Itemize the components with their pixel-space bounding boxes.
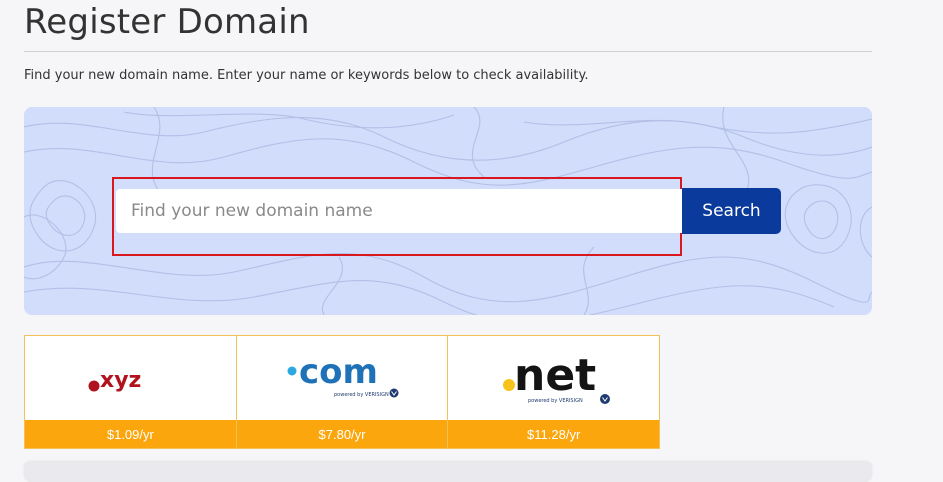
net-logo-icon: net powered by VERISIGN	[502, 350, 610, 404]
tld-logo-xyz: xyz	[25, 336, 236, 420]
search-button[interactable]: Search	[682, 188, 781, 234]
svg-text:xyz: xyz	[100, 368, 141, 393]
svg-text:powered by VERISIGN: powered by VERISIGN	[334, 392, 389, 398]
title-divider	[24, 51, 872, 52]
svg-text:powered by VERISIGN: powered by VERISIGN	[528, 398, 583, 404]
tld-price-xyz: $1.09/yr	[25, 420, 236, 448]
tld-cell-com[interactable]: com powered by VERISIGN $7.80/yr	[236, 336, 449, 448]
page-title: Register Domain	[24, 2, 310, 42]
svg-text:com: com	[299, 353, 378, 392]
tld-price-com: $7.80/yr	[236, 420, 448, 448]
svg-text:net: net	[514, 350, 596, 401]
tld-pricing-grid: xyz $1.09/yr com powered by VERISIGN $7.…	[24, 335, 660, 449]
tld-cell-net[interactable]: net powered by VERISIGN $11.28/yr	[448, 336, 660, 448]
tld-logo-net: net powered by VERISIGN	[448, 336, 660, 420]
domain-search-input[interactable]	[116, 189, 682, 233]
xyz-logo-icon: xyz	[88, 368, 142, 393]
tld-price-net: $11.28/yr	[448, 420, 660, 448]
com-logo-icon: com powered by VERISIGN	[287, 353, 399, 398]
tld-cell-xyz[interactable]: xyz $1.09/yr	[25, 336, 237, 448]
tld-logo-com: com powered by VERISIGN	[236, 336, 448, 420]
next-section-panel	[24, 462, 872, 482]
intro-text: Find your new domain name. Enter your na…	[24, 68, 589, 83]
